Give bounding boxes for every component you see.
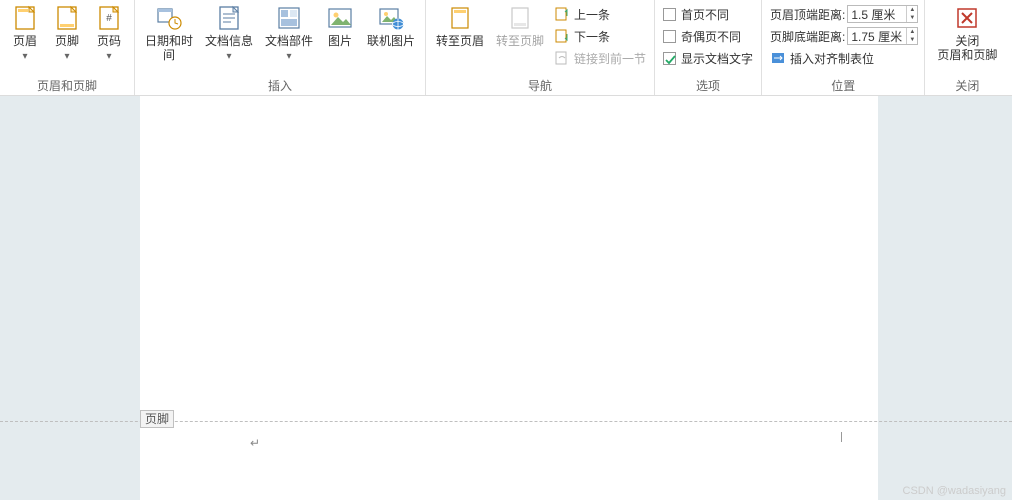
chevron-down-icon: ▾ [64, 52, 69, 62]
spinner-down[interactable]: ▼ [907, 14, 917, 22]
checkbox-icon [663, 30, 676, 43]
header-button[interactable]: 页眉 ▾ [6, 2, 44, 62]
next-icon [554, 28, 570, 44]
group-label-insert: 插入 [141, 75, 419, 95]
gutter-left [0, 96, 140, 500]
footer-tag: 页脚 [140, 410, 174, 428]
picture-button[interactable]: 图片 [321, 2, 359, 48]
group-label-navigation: 导航 [432, 75, 648, 95]
date-time-icon [155, 4, 183, 32]
group-options: 首页不同 奇偶页不同 显示文档文字 选项 [655, 0, 762, 95]
link-icon [554, 50, 570, 66]
insert-align-tab-button[interactable]: 插入对齐制表位 [768, 48, 918, 68]
footer-bottom-distance-input[interactable]: 1.75 厘米 ▲▼ [847, 27, 918, 45]
show-doctext-checkbox[interactable]: 显示文档文字 [661, 48, 755, 68]
group-close: 关闭页眉和页脚 关闭 [925, 0, 1009, 95]
close-icon [953, 4, 981, 32]
chevron-down-icon: ▾ [22, 52, 27, 62]
svg-text:#: # [106, 13, 112, 24]
group-insert: 日期和时间 文档信息 ▾ 文档部件 ▾ 图片 联机图片 插入 [135, 0, 426, 95]
group-label-position: 位置 [768, 75, 918, 95]
document-area[interactable]: 页脚 ↵ CSDN @wadasiyang [0, 96, 1012, 500]
doc-part-button[interactable]: 文档部件 ▾ [261, 2, 317, 62]
footer-bottom-distance-row: 页脚底端距离: 1.75 厘米 ▲▼ [768, 26, 918, 46]
close-headerfooter-button[interactable]: 关闭页眉和页脚 [931, 2, 1003, 62]
paragraph-mark: ↵ [250, 436, 260, 450]
right-margin-mark [841, 432, 842, 442]
watermark: CSDN @wadasiyang [903, 485, 1007, 497]
picture-icon [326, 4, 354, 32]
footer-icon [53, 4, 81, 32]
goto-header-icon [446, 4, 474, 32]
group-header-footer: 页眉 ▾ 页脚 ▾ # 页码 ▾ 页眉和页脚 [0, 0, 135, 95]
date-time-button[interactable]: 日期和时间 [141, 2, 197, 62]
align-tab-icon [770, 50, 786, 66]
spinner-down[interactable]: ▼ [907, 36, 917, 44]
previous-button[interactable]: 上一条 [552, 4, 648, 24]
link-previous-button: 链接到前一节 [552, 48, 648, 68]
gutter-right [878, 96, 1012, 500]
different-firstpage-checkbox[interactable]: 首页不同 [661, 4, 755, 24]
doc-info-button[interactable]: 文档信息 ▾ [201, 2, 257, 62]
header-icon [11, 4, 39, 32]
spinner-up[interactable]: ▲ [907, 6, 917, 14]
pagenumber-button[interactable]: # 页码 ▾ [90, 2, 128, 62]
goto-footer-button: 转至页脚 [492, 2, 548, 48]
ribbon: 页眉 ▾ 页脚 ▾ # 页码 ▾ 页眉和页脚 日期和时间 [0, 0, 1012, 96]
goto-footer-icon [506, 4, 534, 32]
footer-button[interactable]: 页脚 ▾ [48, 2, 86, 62]
different-oddeven-checkbox[interactable]: 奇偶页不同 [661, 26, 755, 46]
doc-part-icon [275, 4, 303, 32]
chevron-down-icon: ▾ [226, 52, 231, 62]
goto-header-button[interactable]: 转至页眉 [432, 2, 488, 48]
checkbox-icon [663, 8, 676, 21]
header-top-distance-input[interactable]: 1.5 厘米 ▲▼ [847, 5, 918, 23]
online-picture-button[interactable]: 联机图片 [363, 2, 419, 48]
header-top-distance-row: 页眉顶端距离: 1.5 厘米 ▲▼ [768, 4, 918, 24]
chevron-down-icon: ▾ [286, 52, 291, 62]
group-label-options: 选项 [661, 75, 755, 95]
chevron-down-icon: ▾ [106, 52, 111, 62]
group-label-close: 关闭 [931, 75, 1003, 95]
spinner-up[interactable]: ▲ [907, 28, 917, 36]
previous-icon [554, 6, 570, 22]
group-navigation: 转至页眉 转至页脚 上一条 下一条 链接到前一节 [426, 0, 655, 95]
online-picture-icon [377, 4, 405, 32]
group-position: 页眉顶端距离: 1.5 厘米 ▲▼ 页脚底端距离: 1.75 厘米 ▲▼ [762, 0, 925, 95]
checkbox-checked-icon [663, 52, 676, 65]
pagenumber-icon: # [95, 4, 123, 32]
doc-info-icon [215, 4, 243, 32]
group-label-headerfooter: 页眉和页脚 [6, 75, 128, 95]
next-button[interactable]: 下一条 [552, 26, 648, 46]
